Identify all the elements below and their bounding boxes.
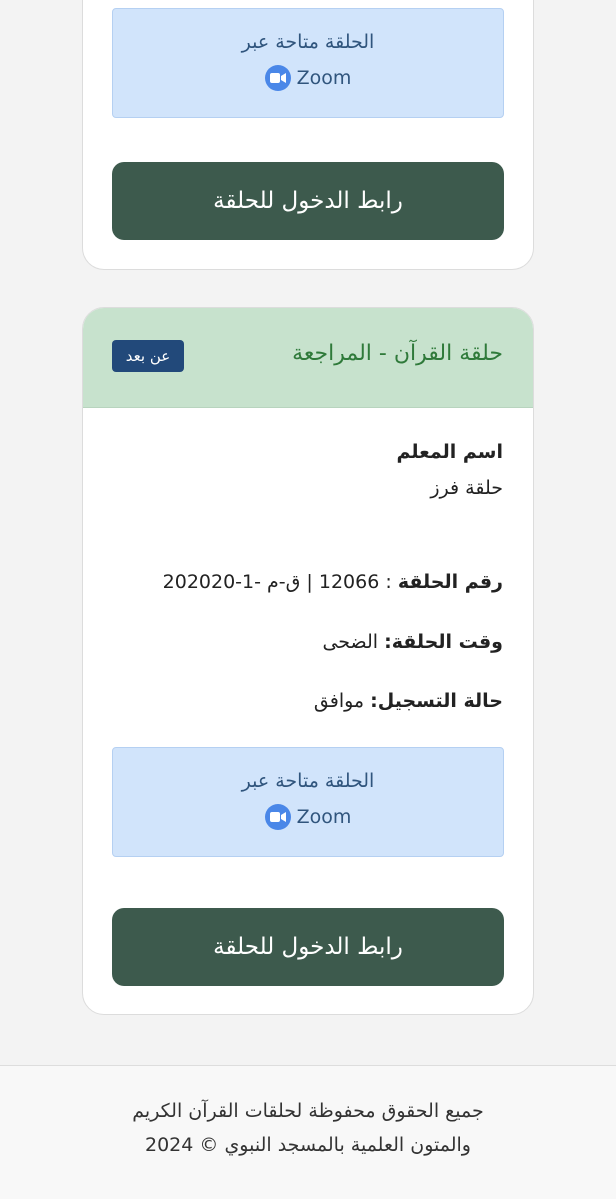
zoom-camera-icon xyxy=(264,65,291,91)
circle-time-row: وقت الحلقة: الضحى xyxy=(322,628,503,656)
circle-card: حلقة القرآن - المراجعة عن بعد اسم المعلم… xyxy=(82,307,534,1015)
zoom-platform: Zoom xyxy=(113,65,503,91)
zoom-camera-icon xyxy=(264,804,291,830)
enter-circle-button[interactable]: رابط الدخول للحلقة xyxy=(112,162,504,240)
zoom-availability-text: الحلقة متاحة عبر xyxy=(241,31,375,53)
circle-card-previous: الحلقة متاحة عبر Zoom رابط الدخول للحلقة xyxy=(82,0,534,270)
footer-copyright-line2: والمتون العلمية بالمسجد النبوي © 2024 xyxy=(145,1134,471,1156)
teacher-value: حلقة فرز xyxy=(430,477,503,499)
teacher-label: اسم المعلم xyxy=(396,441,503,463)
zoom-platform: Zoom xyxy=(113,804,503,830)
circle-number-row: رقم الحلقة : 12066 | ق-م -1-202020 xyxy=(163,568,503,596)
circle-number-value: : 12066 | ق-م -1-202020 xyxy=(162,571,398,593)
registration-status-value: موافق xyxy=(313,690,371,712)
card-header: حلقة القرآن - المراجعة عن بعد xyxy=(83,308,533,408)
remote-badge: عن بعد xyxy=(112,340,184,372)
zoom-availability-box: الحلقة متاحة عبر Zoom xyxy=(112,747,504,857)
circle-title: حلقة القرآن - المراجعة xyxy=(292,341,503,366)
registration-status-row: حالة التسجيل: موافق xyxy=(314,687,503,715)
footer-copyright-line1: جميع الحقوق محفوظة لحلقات القرآن الكريم xyxy=(132,1100,484,1122)
circle-number-label: رقم الحلقة xyxy=(397,571,503,593)
registration-status-label: حالة التسجيل: xyxy=(370,690,503,712)
circle-time-value: الضحى xyxy=(322,631,385,653)
circle-time-label: وقت الحلقة: xyxy=(384,631,503,653)
zoom-availability-box: الحلقة متاحة عبر Zoom xyxy=(112,8,504,118)
zoom-label: Zoom xyxy=(296,67,352,89)
footer: جميع الحقوق محفوظة لحلقات القرآن الكريم … xyxy=(0,1065,616,1199)
zoom-availability-text: الحلقة متاحة عبر xyxy=(241,770,375,792)
enter-circle-button[interactable]: رابط الدخول للحلقة xyxy=(112,908,504,986)
zoom-label: Zoom xyxy=(296,806,352,828)
